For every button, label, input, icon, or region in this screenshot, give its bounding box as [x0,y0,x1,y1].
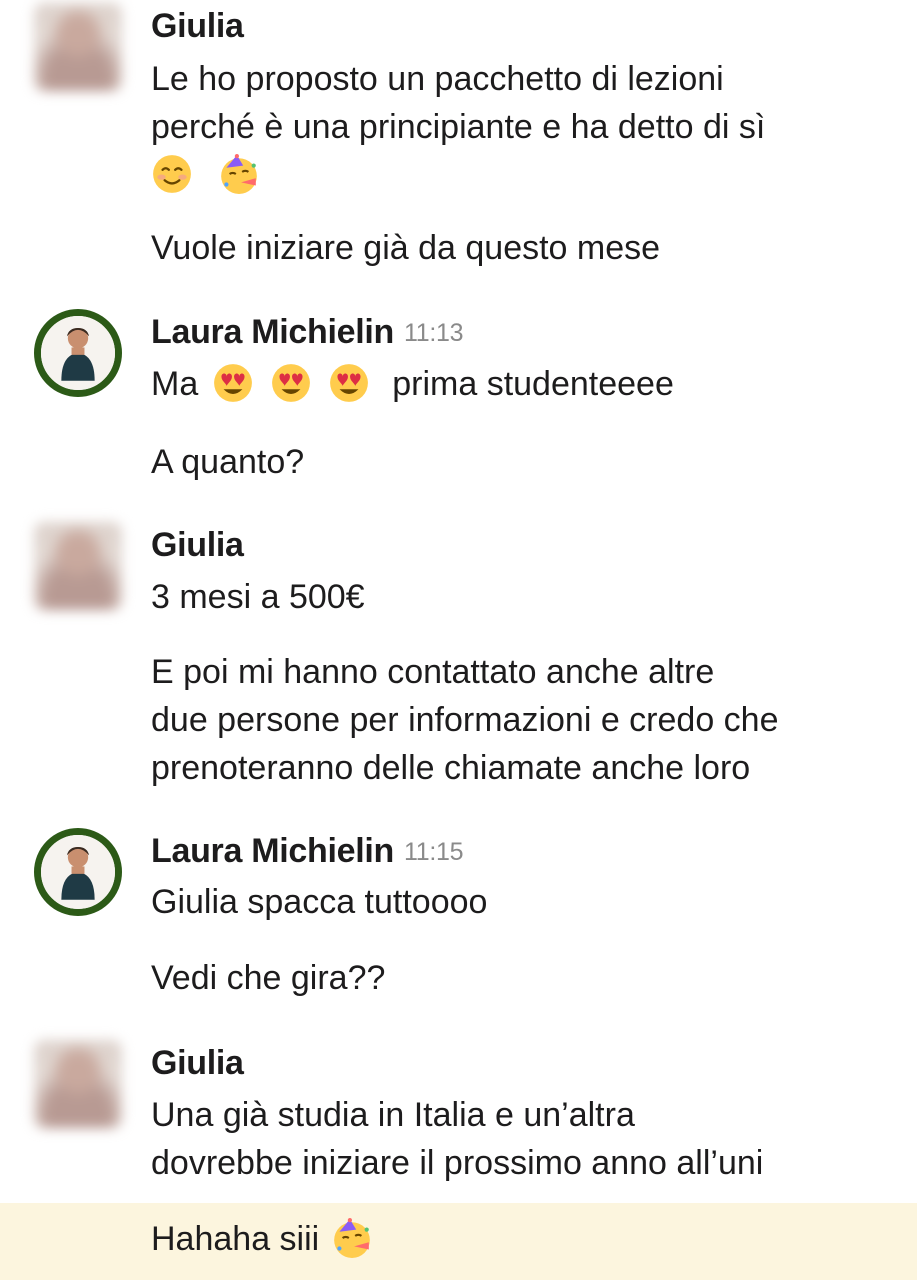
author-name[interactable]: Laura Michielin 11:13 [151,312,464,353]
message-text: Le ho proposto un pacchetto di lezioni [151,60,724,98]
header-fade [255,0,505,52]
heart-eyes-icon [270,362,312,404]
message-text: perché è una principiante e ha detto di … [151,108,766,146]
author-name-text: Laura Michielin [151,313,394,351]
message-text-part: prima studenteeee [392,365,674,403]
author-name[interactable]: Giulia [151,6,244,46]
author-name-text: Laura Michielin [151,832,394,870]
message-text: Giulia spacca tuttoooo [151,883,488,921]
author-name[interactable]: Laura Michielin 11:15 [151,831,464,872]
timestamp[interactable]: 11:13 [404,319,464,347]
message-emoji-row [151,151,887,199]
author-name-text: Giulia [151,526,244,564]
author-name[interactable]: Giulia [151,525,244,565]
heart-eyes-icon [212,362,254,404]
avatar[interactable] [34,309,122,397]
smiling-face-icon [151,153,193,195]
message-text: Vedi che gira?? [151,959,386,997]
message-text: Ma prima studenteeee [151,360,887,408]
message-text: Vuole iniziare già da questo mese [151,229,661,267]
avatar[interactable] [34,1040,122,1128]
message-text: prenoteranno delle chiamate anche loro [151,749,751,787]
avatar[interactable] [34,828,122,916]
author-name[interactable]: Giulia [151,1043,244,1083]
message-text-part: Hahaha siii [151,1220,320,1258]
message-text: A quanto? [151,443,305,481]
timestamp[interactable]: 11:15 [404,838,464,866]
avatar[interactable] [34,3,122,91]
author-name-text: Giulia [151,1044,244,1082]
message-text: Hahaha siii [151,1215,887,1263]
avatar[interactable] [34,522,122,610]
message-text: due persone per informazioni e credo che [151,701,779,739]
message-text: dovrebbe iniziare il prossimo anno all’u… [151,1144,764,1182]
message-text: E poi mi hanno contattato anche altre [151,653,715,691]
party-face-icon [218,153,260,195]
author-name-text: Giulia [151,7,244,45]
heart-eyes-icon [328,362,370,404]
message-text: Una già studia in Italia e un’altra [151,1096,635,1134]
message-text-part: Ma [151,365,199,403]
party-face-icon [331,1217,373,1259]
message-text: 3 mesi a 500€ [151,578,365,616]
